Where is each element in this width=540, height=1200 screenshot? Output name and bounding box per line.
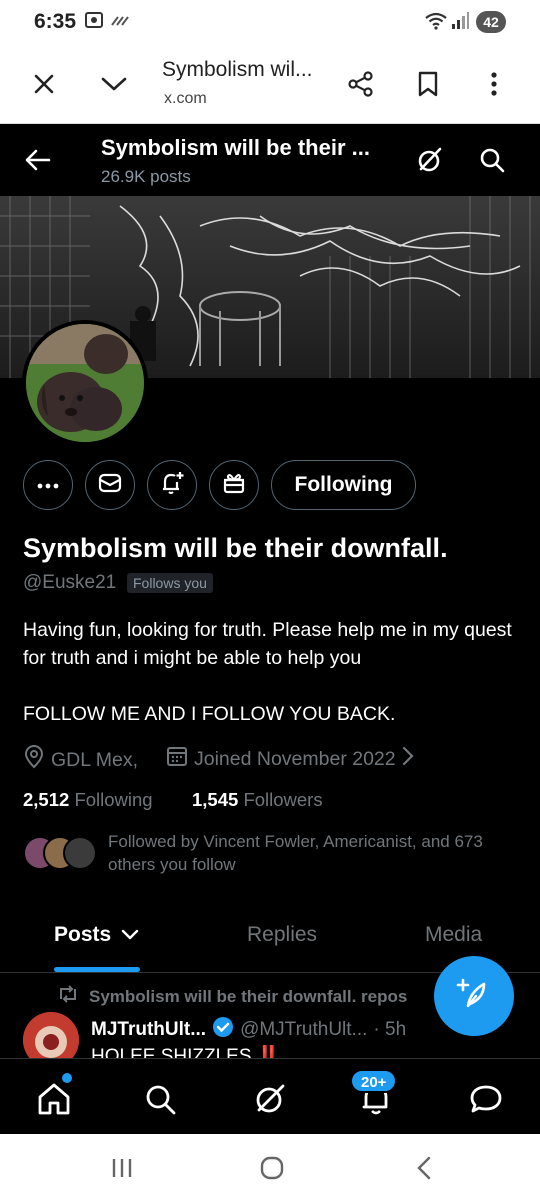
grok-icon[interactable] xyxy=(410,140,450,180)
following-stat[interactable]: 2,512 Following xyxy=(23,789,153,811)
verified-badge-icon xyxy=(212,1016,234,1044)
tab-replies[interactable]: Replies xyxy=(247,923,317,947)
envelope-icon xyxy=(98,473,122,498)
chevron-down-icon[interactable] xyxy=(92,62,136,106)
signal-off-icon xyxy=(110,11,132,34)
bottom-navigation: 20+ xyxy=(0,1058,540,1134)
bookmark-icon[interactable] xyxy=(406,62,450,106)
header-posts-count: 26.9K posts xyxy=(101,167,191,186)
followers-count: 1,545 xyxy=(192,789,239,810)
message-button[interactable] xyxy=(85,460,135,510)
profile-avatar[interactable] xyxy=(22,320,148,446)
active-tab-indicator xyxy=(54,967,140,972)
home-icon[interactable] xyxy=(28,1073,80,1125)
location-pin-icon xyxy=(23,745,45,775)
tweet-time: · 5h xyxy=(373,1019,407,1040)
repost-indicator: Symbolism will be their downfall. repos xyxy=(57,985,407,1008)
display-name: Symbolism will be their downfall. xyxy=(23,533,448,563)
tweet-author-name[interactable]: MJTruthUlt... xyxy=(91,1019,206,1041)
close-icon[interactable] xyxy=(22,62,66,106)
share-icon[interactable] xyxy=(339,62,383,106)
more-horizontal-icon xyxy=(37,476,59,494)
tab-media[interactable]: Media xyxy=(425,923,482,947)
search-nav-icon[interactable] xyxy=(134,1073,186,1125)
tab-posts-label: Posts xyxy=(54,923,112,946)
joined-text: Joined November 2022 xyxy=(194,747,396,770)
mutual-followers-avatars[interactable] xyxy=(23,836,97,872)
more-options-button[interactable] xyxy=(23,460,73,510)
browser-page-title: Symbolism wil... xyxy=(162,58,313,81)
home-unread-dot xyxy=(62,1073,72,1083)
cell-signal-icon xyxy=(450,11,470,36)
browser-url[interactable]: x.com xyxy=(164,90,207,108)
recent-apps-icon[interactable] xyxy=(102,1152,142,1184)
calendar-icon xyxy=(166,745,188,773)
profile-bio: Having fun, looking for truth. Please he… xyxy=(23,616,518,756)
header-title: Symbolism will be their ... xyxy=(101,135,370,160)
back-button-icon[interactable] xyxy=(404,1152,444,1184)
status-time: 6:35 xyxy=(34,10,77,33)
join-date[interactable]: Joined November 2022 xyxy=(166,745,414,773)
bell-plus-icon xyxy=(159,470,185,501)
repost-icon xyxy=(57,985,79,1008)
bio-text-second: FOLLOW ME AND I FOLLOW YOU BACK. xyxy=(23,703,396,725)
notifications-badge: 20+ xyxy=(350,1069,398,1093)
gift-icon xyxy=(222,471,246,500)
chat-bubble-icon[interactable] xyxy=(460,1073,512,1125)
tweet-header: MJTruthUlt... @MJTruthUlt... · 5h xyxy=(91,1016,406,1044)
status-bar: 6:35 42 xyxy=(0,0,540,44)
battery-indicator: 42 xyxy=(476,11,506,33)
bio-text: Having fun, looking for truth. Please he… xyxy=(23,619,512,669)
follows-you-badge: Follows you xyxy=(127,573,213,593)
search-icon[interactable] xyxy=(472,140,512,180)
grok-nav-icon[interactable] xyxy=(244,1073,296,1125)
following-label: Following xyxy=(74,789,153,810)
compose-post-button[interactable] xyxy=(434,956,514,1036)
profile-header-bar: Symbolism will be their ... 26.9K posts xyxy=(0,124,540,196)
location: GDL Mex, xyxy=(23,745,138,775)
system-navigation-bar xyxy=(0,1134,540,1200)
wifi-icon xyxy=(424,11,448,36)
notifications-subscribe-button[interactable] xyxy=(147,460,197,510)
tweet-author-handle: @MJTruthUlt... xyxy=(240,1019,368,1040)
home-button-icon[interactable] xyxy=(252,1152,292,1184)
screenshot-icon xyxy=(84,11,104,34)
followed-by-text[interactable]: Followed by Vincent Fowler, Americanist,… xyxy=(108,830,508,876)
tab-posts[interactable]: Posts xyxy=(54,923,139,947)
following-button[interactable]: Following xyxy=(271,460,416,510)
avatar xyxy=(63,836,97,870)
followers-label: Followers xyxy=(243,789,323,810)
back-arrow-icon[interactable] xyxy=(18,140,58,180)
chevron-right-icon xyxy=(402,746,414,772)
user-handle: @Euske21 xyxy=(23,572,117,593)
repost-text: Symbolism will be their downfall. repos xyxy=(89,986,408,1006)
gift-button[interactable] xyxy=(209,460,259,510)
browser-toolbar: Symbolism wil... x.com xyxy=(0,44,540,124)
feather-plus-icon xyxy=(454,974,494,1019)
followers-stat[interactable]: 1,545 Followers xyxy=(192,789,323,811)
more-vertical-icon[interactable] xyxy=(472,62,516,106)
location-text: GDL Mex, xyxy=(51,748,139,771)
following-count: 2,512 xyxy=(23,789,70,810)
